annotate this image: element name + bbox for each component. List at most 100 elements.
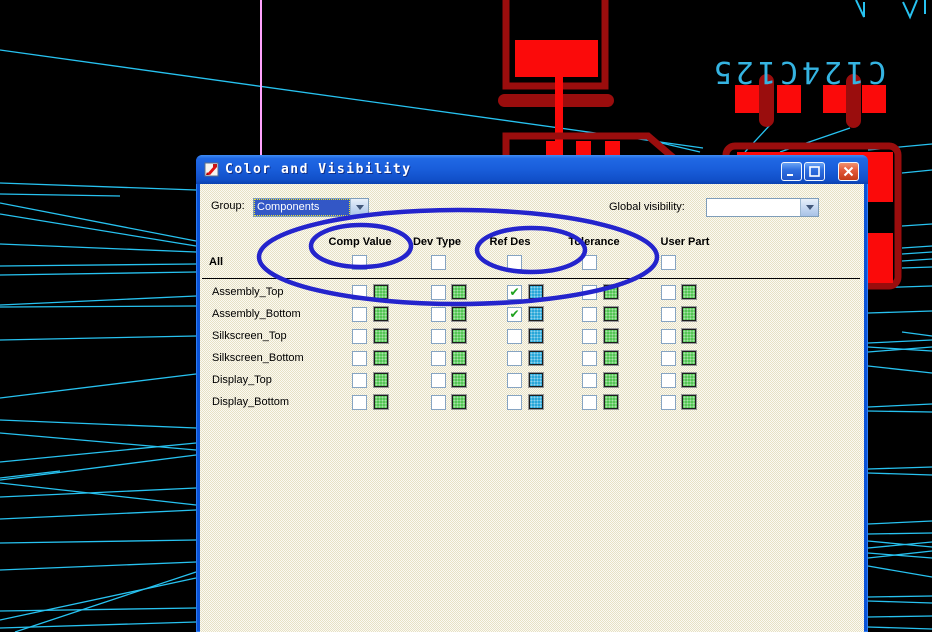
dialog-titlebar[interactable]: Color and Visibility: [196, 155, 868, 184]
global-visibility-combobox[interactable]: [706, 198, 819, 217]
visibility-checkbox-assembly-bottom-comp-value[interactable]: [352, 307, 367, 322]
visibility-checkbox-display-top-ref-des[interactable]: [507, 373, 522, 388]
color-swatch-silkscreen-top-user-part[interactable]: [682, 329, 696, 343]
all-checkbox-comp-value[interactable]: [352, 255, 367, 270]
checkmark-icon: ✔: [509, 287, 519, 297]
silkscreen-partial-glyphs: [856, 0, 925, 17]
color-swatch-assembly-bottom-dev-type[interactable]: [452, 307, 466, 321]
color-swatch-silkscreen-top-dev-type[interactable]: [452, 329, 466, 343]
color-swatch-assembly-bottom-ref-des[interactable]: [529, 307, 543, 321]
visibility-checkbox-assembly-bottom-dev-type[interactable]: [431, 307, 446, 322]
close-icon: [843, 166, 854, 177]
color-swatch-silkscreen-bottom-ref-des[interactable]: [529, 351, 543, 365]
visibility-checkbox-silkscreen-top-ref-des[interactable]: [507, 329, 522, 344]
color-swatch-silkscreen-bottom-comp-value[interactable]: [374, 351, 388, 365]
group-combobox-value: Components: [254, 199, 350, 216]
color-swatch-display-bottom-dev-type[interactable]: [452, 395, 466, 409]
color-and-visibility-dialog: Color and Visibility Group: Components G…: [196, 155, 868, 632]
visibility-checkbox-silkscreen-bottom-dev-type[interactable]: [431, 351, 446, 366]
color-swatch-assembly-top-tolerance[interactable]: [604, 285, 618, 299]
color-swatch-display-bottom-user-part[interactable]: [682, 395, 696, 409]
visibility-checkbox-assembly-top-dev-type[interactable]: [431, 285, 446, 300]
visibility-checkbox-silkscreen-top-tolerance[interactable]: [582, 329, 597, 344]
visibility-checkbox-display-top-tolerance[interactable]: [582, 373, 597, 388]
color-swatch-silkscreen-bottom-tolerance[interactable]: [604, 351, 618, 365]
visibility-checkbox-silkscreen-bottom-comp-value[interactable]: [352, 351, 367, 366]
visibility-checkbox-assembly-bottom-tolerance[interactable]: [582, 307, 597, 322]
all-checkbox-tolerance[interactable]: [582, 255, 597, 270]
color-swatch-display-bottom-tolerance[interactable]: [604, 395, 618, 409]
maximize-button[interactable]: [804, 162, 825, 181]
visibility-checkbox-display-top-dev-type[interactable]: [431, 373, 446, 388]
minimize-icon: [786, 166, 797, 177]
screen: { "window": { "title": "Color and Visibi…: [0, 0, 932, 632]
visibility-checkbox-assembly-top-ref-des[interactable]: ✔: [507, 285, 522, 300]
visibility-checkbox-display-top-user-part[interactable]: [661, 373, 676, 388]
column-header-comp-value: Comp Value: [329, 236, 392, 248]
row-label-assembly-top: Assembly_Top: [212, 286, 284, 298]
minimize-button[interactable]: [781, 162, 802, 181]
visibility-checkbox-display-bottom-ref-des[interactable]: [507, 395, 522, 410]
visibility-checkbox-display-bottom-dev-type[interactable]: [431, 395, 446, 410]
visibility-checkbox-assembly-top-tolerance[interactable]: [582, 285, 597, 300]
visibility-checkbox-silkscreen-top-dev-type[interactable]: [431, 329, 446, 344]
pcb-pad: [515, 40, 598, 77]
visibility-checkbox-assembly-top-user-part[interactable]: [661, 285, 676, 300]
pcb-pad: [576, 141, 591, 155]
column-header-ref-des: Ref Des: [490, 236, 531, 248]
visibility-checkbox-silkscreen-bottom-ref-des[interactable]: [507, 351, 522, 366]
color-swatch-assembly-top-comp-value[interactable]: [374, 285, 388, 299]
visibility-checkbox-silkscreen-top-user-part[interactable]: [661, 329, 676, 344]
visibility-checkbox-assembly-bottom-ref-des[interactable]: ✔: [507, 307, 522, 322]
all-checkbox-user-part[interactable]: [661, 255, 676, 270]
group-combobox[interactable]: Components: [253, 198, 369, 217]
all-checkbox-ref-des[interactable]: [507, 255, 522, 270]
color-swatch-display-bottom-comp-value[interactable]: [374, 395, 388, 409]
color-swatch-silkscreen-top-ref-des[interactable]: [529, 329, 543, 343]
color-dialog-icon: [204, 162, 220, 178]
color-swatch-assembly-top-user-part[interactable]: [682, 285, 696, 299]
color-swatch-silkscreen-bottom-dev-type[interactable]: [452, 351, 466, 365]
color-swatch-assembly-top-dev-type[interactable]: [452, 285, 466, 299]
color-swatch-assembly-top-ref-des[interactable]: [529, 285, 543, 299]
visibility-checkbox-silkscreen-top-comp-value[interactable]: [352, 329, 367, 344]
dialog-client-area: Group: Components Global visibility: Com…: [200, 184, 864, 632]
visibility-checkbox-assembly-bottom-user-part[interactable]: [661, 307, 676, 322]
row-label-silkscreen-top: Silkscreen_Top: [212, 330, 287, 342]
row-label-assembly-bottom: Assembly_Bottom: [212, 308, 301, 320]
color-swatch-display-top-dev-type[interactable]: [452, 373, 466, 387]
column-header-user-part: User Part: [661, 236, 710, 248]
color-swatch-silkscreen-top-tolerance[interactable]: [604, 329, 618, 343]
silkscreen-label: C124C125: [710, 54, 887, 89]
pcb-component-top-center: [498, 0, 676, 160]
maximize-icon: [809, 166, 820, 177]
column-header-dev-type: Dev Type: [413, 236, 461, 248]
all-row-label: All: [209, 256, 223, 268]
color-swatch-assembly-bottom-tolerance[interactable]: [604, 307, 618, 321]
color-swatch-display-top-ref-des[interactable]: [529, 373, 543, 387]
close-button[interactable]: [838, 162, 859, 181]
visibility-checkbox-silkscreen-bottom-tolerance[interactable]: [582, 351, 597, 366]
color-swatch-silkscreen-top-comp-value[interactable]: [374, 329, 388, 343]
group-label: Group:: [211, 200, 245, 212]
visibility-checkbox-display-bottom-comp-value[interactable]: [352, 395, 367, 410]
group-combobox-arrow[interactable]: [350, 199, 368, 216]
color-swatch-display-bottom-ref-des[interactable]: [529, 395, 543, 409]
visibility-checkbox-display-top-comp-value[interactable]: [352, 373, 367, 388]
row-label-display-bottom: Display_Bottom: [212, 396, 289, 408]
column-header-tolerance: Tolerance: [568, 236, 619, 248]
all-checkbox-dev-type[interactable]: [431, 255, 446, 270]
color-swatch-silkscreen-bottom-user-part[interactable]: [682, 351, 696, 365]
global-visibility-combobox-arrow[interactable]: [800, 199, 818, 216]
pcb-pad: [605, 141, 620, 155]
visibility-checkbox-silkscreen-bottom-user-part[interactable]: [661, 351, 676, 366]
color-swatch-display-top-user-part[interactable]: [682, 373, 696, 387]
visibility-checkbox-display-bottom-tolerance[interactable]: [582, 395, 597, 410]
visibility-checkbox-assembly-top-comp-value[interactable]: [352, 285, 367, 300]
color-swatch-display-top-tolerance[interactable]: [604, 373, 618, 387]
visibility-checkbox-display-bottom-user-part[interactable]: [661, 395, 676, 410]
color-swatch-display-top-comp-value[interactable]: [374, 373, 388, 387]
chevron-down-icon: [806, 205, 814, 210]
color-swatch-assembly-bottom-comp-value[interactable]: [374, 307, 388, 321]
color-swatch-assembly-bottom-user-part[interactable]: [682, 307, 696, 321]
